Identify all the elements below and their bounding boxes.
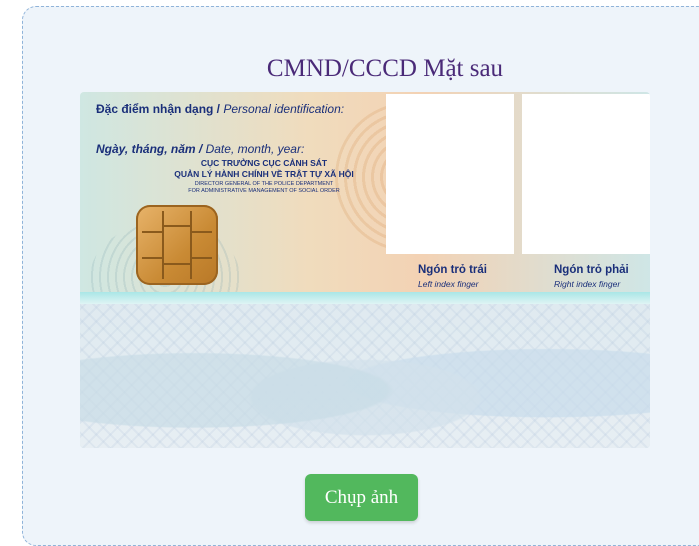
chip-icon bbox=[136, 205, 218, 285]
left-finger-label-en: Left index finger bbox=[418, 279, 479, 289]
personal-identification-label-en: Personal identification: bbox=[223, 102, 345, 116]
capture-photo-button[interactable]: Chụp ảnh bbox=[305, 474, 418, 521]
issuer-title-en-line1: DIRECTOR GENERAL OF THE POLICE DEPARTMEN… bbox=[194, 181, 334, 187]
card-lotus-watermark bbox=[80, 304, 650, 448]
page-title: CMND/CCCD Mặt sau bbox=[266, 55, 504, 82]
issuer-title-en-line2: FOR ADMINISTRATIVE MANAGEMENT OF SOCIAL … bbox=[188, 188, 340, 194]
left-finger-label: Ngón trỏ trái bbox=[418, 264, 487, 276]
issuer-title-line1: CỤC TRƯỞNG CỤC CẢNH SÁT bbox=[200, 158, 328, 168]
id-card-back-image: Đặc điểm nhận dạng / Personal identifica… bbox=[80, 92, 650, 448]
right-finger-label-en: Right index finger bbox=[554, 279, 621, 289]
issue-date-label-vi: Ngày, tháng, năm / bbox=[96, 142, 203, 156]
card-security-band bbox=[80, 292, 650, 304]
personal-identification-label: Đặc điểm nhận dạng / Personal identifica… bbox=[96, 102, 344, 116]
right-fingerprint-box bbox=[522, 94, 650, 254]
left-fingerprint-box bbox=[386, 94, 514, 254]
issuer-title-line2: QUẢN LÝ HÀNH CHÍNH VỀ TRẬT TỰ XÃ HỘI bbox=[174, 169, 354, 179]
issue-date-label: Ngày, tháng, năm / Date, month, year: bbox=[96, 142, 304, 156]
personal-identification-label-vi: Đặc điểm nhận dạng / bbox=[96, 102, 221, 116]
issue-date-label-en: Date, month, year: bbox=[205, 142, 305, 156]
right-finger-label: Ngón trỏ phải bbox=[554, 264, 629, 276]
